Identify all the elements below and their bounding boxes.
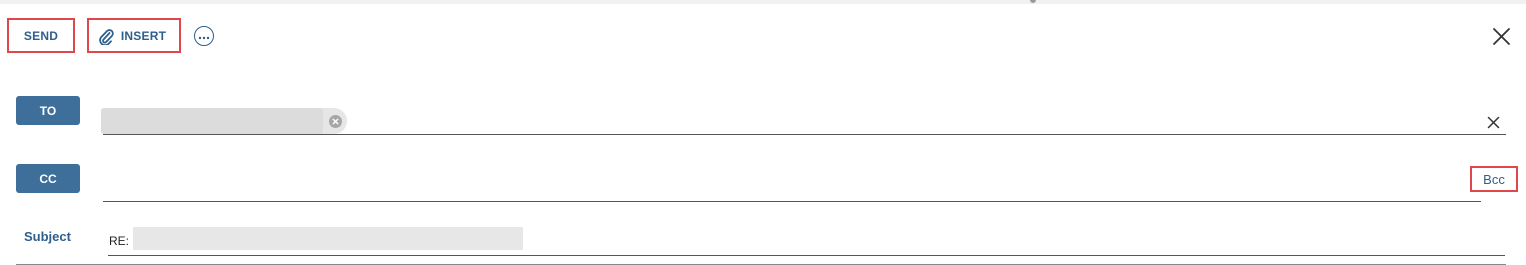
send-button-label: SEND (23, 28, 59, 43)
close-icon (1487, 116, 1500, 129)
to-field-input[interactable] (103, 134, 1506, 135)
remove-icon (332, 118, 339, 125)
more-options-button[interactable] (194, 26, 214, 46)
clear-to-field-button[interactable] (1487, 116, 1500, 129)
recipient-name-redacted (101, 108, 323, 134)
close-button[interactable] (1492, 27, 1511, 46)
send-button[interactable]: SEND (7, 18, 75, 53)
insert-button-label: INSERT (120, 28, 167, 43)
insert-button[interactable]: INSERT (87, 18, 181, 53)
more-horizontal-icon (198, 27, 210, 45)
top-strip (0, 0, 1526, 4)
close-icon (1492, 28, 1511, 50)
bcc-link[interactable]: Bcc (1470, 166, 1518, 192)
bcc-link-label: Bcc (1483, 171, 1505, 187)
paperclip-icon (98, 27, 114, 45)
to-button[interactable]: TO (16, 96, 80, 125)
subject-prefix: RE: (109, 234, 130, 248)
remove-recipient-button[interactable] (329, 115, 342, 128)
subject-label: Subject (24, 229, 71, 244)
cc-field-input[interactable] (103, 201, 1481, 202)
to-button-label: TO (39, 103, 57, 118)
cc-button-label: CC (39, 171, 57, 186)
subject-text-redacted (133, 227, 523, 250)
recipient-chip[interactable] (101, 108, 347, 134)
subject-field-input[interactable] (108, 255, 1505, 256)
cc-button[interactable]: CC (16, 164, 80, 193)
